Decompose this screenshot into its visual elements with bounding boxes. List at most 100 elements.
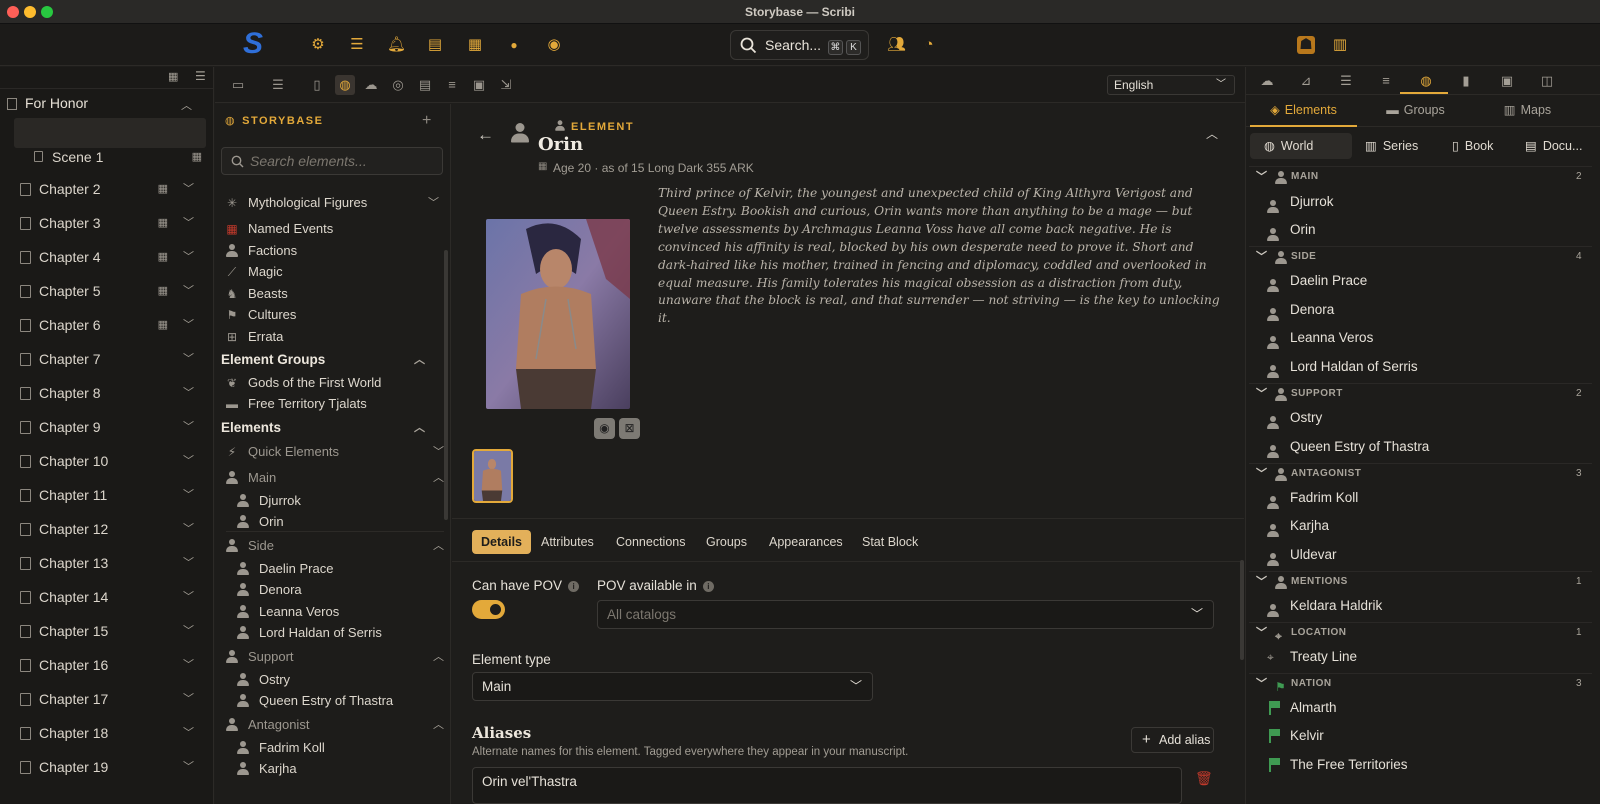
chevron-down-icon[interactable]: ﹀: [1256, 384, 1268, 404]
right-element-item[interactable]: Daelin Prace: [1249, 267, 1592, 295]
category-item[interactable]: ⟋ Magic: [215, 262, 439, 282]
chapter-row[interactable]: Chapter 18 ﹀: [14, 718, 206, 748]
search-button[interactable]: Search... ⌘ K: [730, 30, 869, 60]
chevron-down-icon[interactable]: ﹀: [183, 684, 194, 714]
cards-icon[interactable]: ▤: [426, 36, 444, 54]
checklist-icon[interactable]: ☰: [348, 36, 366, 54]
cloud-icon[interactable]: ☁: [363, 77, 379, 93]
chevron-down-icon[interactable]: ﹀: [1256, 167, 1268, 187]
right-element-item[interactable]: ⌖ Treaty Line: [1249, 643, 1592, 671]
right-group-header[interactable]: ﹀ SIDE 4: [1249, 246, 1592, 266]
tab-groups[interactable]: Groups: [697, 530, 756, 554]
list-icon[interactable]: ☰: [270, 77, 286, 93]
info-icon[interactable]: i: [702, 581, 714, 592]
right-group-header[interactable]: ﹀ MAIN 2: [1249, 166, 1592, 186]
tab-details[interactable]: Details: [472, 530, 531, 554]
right-element-item[interactable]: Fadrim Koll: [1249, 484, 1592, 512]
chevron-down-icon[interactable]: ﹀: [183, 344, 194, 374]
chevron-down-icon[interactable]: ﹀: [183, 446, 194, 476]
quick-elements-item[interactable]: ⚡ Quick Elements ﹀: [215, 442, 444, 462]
cloud-icon[interactable]: ☁: [1259, 73, 1275, 89]
element-item[interactable]: Daelin Prace: [226, 559, 444, 579]
alias-input[interactable]: Orin vel'Thastra: [472, 767, 1182, 804]
element-item[interactable]: Denora: [226, 580, 444, 600]
can-have-pov-toggle[interactable]: [472, 600, 505, 619]
project-row[interactable]: For Honor ︿: [0, 94, 214, 116]
calendar-icon[interactable]: ▦: [168, 70, 178, 83]
right-element-item[interactable]: Lord Haldan of Serris: [1249, 353, 1592, 381]
chevron-up-icon[interactable]: ︿: [414, 350, 425, 370]
chat-icon[interactable]: ◫: [1539, 73, 1555, 89]
chapter-row[interactable]: Chapter 4 ▦ ﹀: [14, 242, 206, 272]
chapter-row[interactable]: Chapter 2 ▦ ﹀: [14, 174, 206, 204]
chapter-row[interactable]: Chapter 15 ﹀: [14, 616, 206, 646]
chevron-down-icon[interactable]: ﹀: [1256, 674, 1268, 694]
chevron-down-icon[interactable]: ﹀: [183, 310, 194, 340]
right-element-item[interactable]: Kelvir: [1249, 722, 1592, 750]
profile-icon[interactable]: ☗: [1297, 36, 1315, 54]
back-arrow-icon[interactable]: ←: [477, 125, 494, 145]
chevron-down-icon[interactable]: ﹀: [183, 174, 194, 204]
collaborators-icon[interactable]: 👥︎: [887, 36, 906, 54]
timer-icon[interactable]: ◔: [920, 36, 938, 54]
chevron-down-icon[interactable]: ﹀: [183, 514, 194, 544]
category-item[interactable]: ▦ Named Events: [215, 219, 439, 239]
right-tab-maps[interactable]: ▥ Maps: [1474, 95, 1581, 127]
zoom-window-button[interactable]: [41, 6, 53, 18]
robot-icon[interactable]: ▣: [1499, 73, 1515, 89]
chevron-up-icon[interactable]: ︿: [433, 715, 444, 735]
element-item[interactable]: Ostry: [226, 670, 444, 690]
chapter-row[interactable]: Chapter 19 ﹀: [14, 752, 206, 782]
portrait-thumbnail[interactable]: [472, 449, 513, 503]
chapter-row[interactable]: Chapter 5 ▦ ﹀: [14, 276, 206, 306]
note-icon[interactable]: ▮: [1458, 73, 1474, 89]
chapter-row[interactable]: Chapter 14 ﹀: [14, 582, 206, 612]
list-icon[interactable]: ☰: [1338, 73, 1354, 89]
chapter-row[interactable]: Chapter 6 ▦ ﹀: [14, 310, 206, 340]
chevron-down-icon[interactable]: ﹀: [183, 616, 194, 646]
elements-section[interactable]: Elements ︿: [221, 418, 433, 438]
add-element-button[interactable]: +: [422, 112, 431, 130]
calendar-icon[interactable]: ▦: [466, 36, 484, 54]
scope-document[interactable]: ▤ Docu...: [1525, 133, 1597, 159]
scope-book[interactable]: ▯ Book: [1452, 133, 1512, 159]
collapse-chevron-icon[interactable]: ︿: [1206, 125, 1218, 142]
right-element-item[interactable]: Uldevar: [1249, 541, 1592, 569]
chevron-down-icon[interactable]: ﹀: [183, 718, 194, 748]
crop-icon[interactable]: ⊠: [619, 418, 640, 439]
target-icon[interactable]: ◎: [390, 77, 406, 93]
chapter-row[interactable]: Chapter 9 ﹀: [14, 412, 206, 442]
book-panel-icon[interactable]: ▥: [1331, 36, 1349, 54]
portrait-image[interactable]: [486, 219, 630, 409]
element-item[interactable]: Leanna Veros: [226, 602, 444, 622]
right-group-header[interactable]: ﹀ SUPPORT 2: [1249, 383, 1592, 403]
category-item[interactable]: ⊞ Errata: [215, 327, 439, 347]
settings-gear-icon[interactable]: ⚙: [309, 36, 327, 54]
group-support[interactable]: Support ︿: [215, 647, 444, 667]
right-element-item[interactable]: Karjha: [1249, 512, 1592, 540]
category-item[interactable]: ⚑ Cultures: [215, 305, 439, 325]
chevron-down-icon[interactable]: ﹀: [183, 650, 194, 680]
scope-world[interactable]: ◍ World: [1250, 133, 1352, 159]
language-select[interactable]: English ﹀: [1107, 75, 1235, 95]
chevron-down-icon[interactable]: ﹀: [183, 276, 194, 306]
info-icon[interactable]: i: [568, 581, 580, 592]
element-groups-section[interactable]: Element Groups ︿: [221, 350, 433, 370]
chevron-down-icon[interactable]: ﹀: [183, 378, 194, 408]
chevron-up-icon[interactable]: ︿: [433, 468, 444, 488]
element-item[interactable]: Lord Haldan of Serris: [226, 623, 444, 643]
chevron-up-icon[interactable]: ︿: [433, 536, 444, 556]
chevron-down-icon[interactable]: ﹀: [183, 208, 194, 238]
globe-icon[interactable]: ◍: [335, 75, 355, 95]
chapter-row[interactable]: Chapter 3 ▦ ﹀: [14, 208, 206, 238]
right-group-header[interactable]: ﹀ MENTIONS 1: [1249, 571, 1592, 591]
group-antagonist[interactable]: Antagonist ︿: [215, 715, 444, 735]
chevron-down-icon[interactable]: ﹀: [433, 442, 444, 462]
element-item[interactable]: Fadrim Koll: [226, 738, 444, 758]
right-group-header[interactable]: ﹀ ANTAGONIST 3: [1249, 463, 1592, 483]
group-main[interactable]: Main ︿: [215, 468, 444, 488]
right-element-item[interactable]: Djurrok: [1249, 188, 1592, 216]
calendar-icon[interactable]: ▦: [158, 310, 168, 340]
right-element-item[interactable]: Almarth: [1249, 694, 1592, 722]
add-alias-button[interactable]: + Add alias: [1131, 727, 1214, 753]
